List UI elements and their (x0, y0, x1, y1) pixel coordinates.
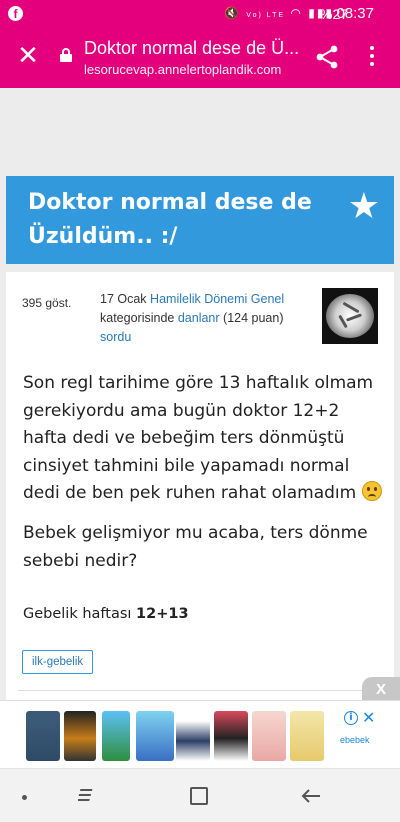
pregnancy-week-value: 12+13 (136, 606, 189, 622)
question-header: Doktor normal dese de Üzüldüm.. :/ ★ (6, 176, 394, 264)
ad-product-image[interactable] (26, 711, 60, 761)
pregnancy-week: Gebelik haftası 12+13 (23, 606, 189, 622)
volte-indicator: Vo) LTE (246, 12, 286, 19)
author-link[interactable]: danlanr (178, 311, 220, 325)
ad-brand-logo[interactable]: ebebek (340, 735, 370, 745)
category-suffix: kategorisinde (100, 311, 175, 325)
lock-icon[interactable] (60, 48, 72, 62)
nav-dot-icon (22, 795, 27, 800)
page-title: Doktor normal dese de Ü... (84, 38, 300, 58)
question-meta: 17 Ocak Hamilelik Dönemi Genel kategoris… (100, 290, 310, 347)
clock: 08:37 (336, 5, 374, 22)
tag-ilk-gebelik[interactable]: ilk-gebelik (22, 650, 94, 674)
view-count: 395 göst. (22, 296, 72, 310)
ad-info-icon[interactable]: i (344, 711, 358, 725)
ad-placeholder-area (0, 88, 400, 174)
sad-face-emoji-icon (361, 481, 382, 501)
close-icon[interactable]: ✕ (14, 42, 42, 70)
question-date: 17 Ocak (100, 292, 147, 306)
mute-icon: 🔇 (224, 6, 241, 20)
question-body-text: Son regl tarihime göre 13 haftalık olmam… (23, 373, 374, 503)
status-bar: f 🔇 Vo) LTE ◠ ▮▮▮ %27 08:37 (0, 0, 400, 28)
favorite-star-icon[interactable]: ★ (348, 186, 380, 227)
share-icon[interactable] (314, 44, 340, 70)
pregnancy-week-label: Gebelik haftası (23, 606, 132, 622)
ad-product-image[interactable] (64, 711, 96, 761)
ad-product-image[interactable] (102, 711, 130, 761)
home-icon[interactable] (190, 787, 208, 805)
question-title: Doktor normal dese de Üzüldüm.. :/ (28, 190, 312, 249)
ad-product-image[interactable] (290, 711, 324, 761)
ad-dismiss-icon[interactable]: ✕ (362, 708, 375, 727)
category-link[interactable]: Hamilelik Dönemi Genel (150, 292, 284, 306)
ad-product-image[interactable] (252, 711, 286, 761)
avatar[interactable] (322, 288, 378, 344)
status-icons: 🔇 Vo) LTE ◠ ▮▮▮ (224, 6, 334, 20)
asked-link[interactable]: sordu (100, 330, 131, 344)
browser-toolbar: ✕ Doktor normal dese de Ü... lesorucevap… (0, 28, 400, 88)
facebook-icon: f (8, 6, 23, 21)
wifi-icon: ◠ (290, 6, 303, 20)
ad-product-image[interactable] (176, 711, 210, 761)
divider (18, 690, 382, 691)
system-navigation-bar (0, 768, 400, 822)
back-icon[interactable] (300, 785, 322, 807)
page-url[interactable]: lesorucevap.annelertoplandik.com (84, 62, 281, 77)
question-card: 395 göst. 17 Ocak Hamilelik Dönemi Genel… (6, 272, 394, 702)
question-body-followup: Bebek gelişmiyor mu acaba, ters dönme se… (23, 523, 368, 571)
ad-product-image[interactable] (136, 711, 174, 761)
question-body: Son regl tarihime göre 13 haftalık olmam… (23, 370, 383, 508)
author-points: (124 puan) (223, 311, 284, 325)
ad-banner[interactable]: i ✕ ebebek (0, 700, 400, 768)
recent-apps-icon[interactable] (78, 787, 96, 803)
ad-product-image[interactable] (214, 711, 248, 761)
more-options-icon[interactable] (368, 44, 376, 70)
